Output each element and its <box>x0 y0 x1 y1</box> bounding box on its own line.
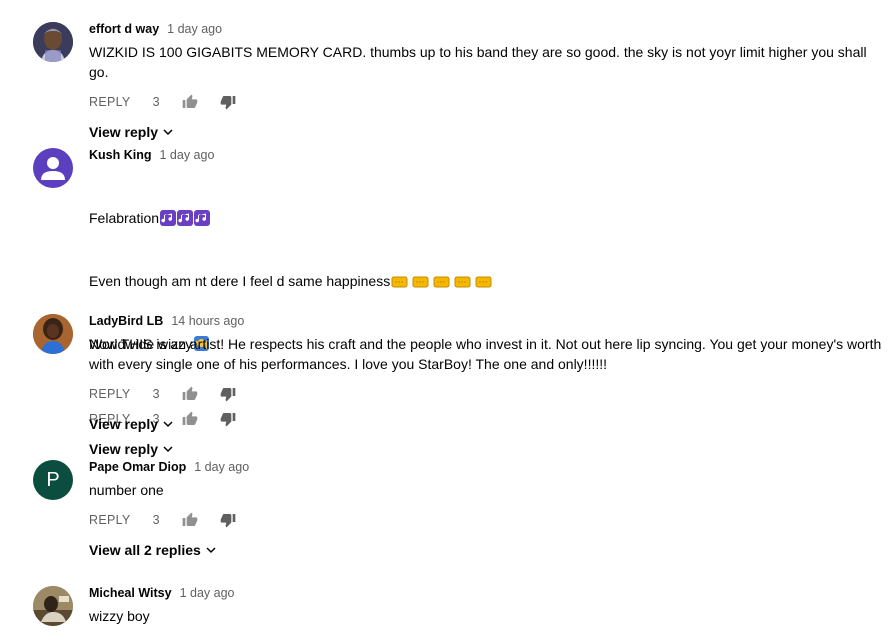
avatar[interactable] <box>33 22 73 62</box>
ticket-emoji <box>475 274 492 294</box>
reply-button[interactable]: REPLY <box>89 387 131 401</box>
view-replies-label: View reply <box>89 124 159 140</box>
like-count: 3 <box>152 387 160 401</box>
author-name[interactable]: Micheal Witsy <box>89 586 172 600</box>
comments-section: effort d way 1 day ago WIZKID IS 100 GIG… <box>0 0 894 641</box>
comment-time[interactable]: 1 day ago <box>194 460 249 474</box>
view-replies-label: View reply <box>89 441 159 457</box>
comment-header: Kush King 1 day ago <box>89 148 886 166</box>
comment-time[interactable]: 1 day ago <box>167 22 222 36</box>
musical-notes-emoji <box>177 210 194 231</box>
comment-actions: REPLY 3 <box>89 508 886 532</box>
view-replies-button[interactable]: View all 2 replies <box>89 540 886 560</box>
comment-line: Felabration <box>89 208 884 231</box>
comment-body: LadyBird LB 14 hours ago Now THIS is an … <box>89 314 886 434</box>
comment-body: Pape Omar Diop 1 day ago number one REPL… <box>89 460 886 560</box>
avatar[interactable]: P <box>33 460 73 500</box>
musical-notes-emoji <box>194 210 211 231</box>
author-name[interactable]: Pape Omar Diop <box>89 460 186 474</box>
thumbs-down-icon <box>220 96 235 110</box>
like-button[interactable] <box>182 94 198 110</box>
ticket-emoji <box>412 274 429 294</box>
comment-text: number one <box>89 482 164 498</box>
thumbs-up-icon <box>182 94 197 108</box>
view-replies-label: View reply <box>89 416 159 432</box>
view-replies-button[interactable]: View reply <box>89 122 886 142</box>
chevron-down-icon <box>163 421 173 428</box>
comment-text: wizzy boy <box>89 608 150 624</box>
comment-line: Even though am nt dere I feel d same hap… <box>89 271 884 294</box>
reply-button[interactable]: REPLY <box>89 95 131 109</box>
view-replies-label: View all 2 replies <box>89 542 201 558</box>
author-name[interactable]: LadyBird LB <box>89 314 163 328</box>
reply-button[interactable]: REPLY <box>89 513 131 527</box>
thumbs-down-icon <box>220 388 235 402</box>
comment-text: Now THIS is an artist! He respects his c… <box>89 336 886 372</box>
musical-notes-emoji <box>160 210 177 231</box>
comment-time[interactable]: 1 day ago <box>180 586 235 600</box>
avatar-initial: P <box>46 468 60 491</box>
chevron-down-icon <box>206 547 216 554</box>
like-button[interactable] <box>182 386 198 402</box>
comment-body: Micheal Witsy 1 day ago wizzy boy <box>89 586 886 626</box>
chevron-down-icon <box>163 129 173 136</box>
comment-actions: REPLY 3 <box>89 382 886 406</box>
comment-text: WIZKID IS 100 GIGABITS MEMORY CARD. thum… <box>89 44 871 80</box>
like-button[interactable] <box>182 512 198 528</box>
author-name[interactable]: effort d way <box>89 22 159 36</box>
ticket-emoji <box>454 274 471 294</box>
comment-header: effort d way 1 day ago <box>89 22 886 40</box>
ticket-emoji <box>391 274 408 294</box>
thumbs-up-icon <box>182 512 197 526</box>
comment-header: Micheal Witsy 1 day ago <box>89 586 886 604</box>
view-replies-button[interactable]: View reply <box>89 414 886 434</box>
comment-actions: REPLY 3 <box>89 90 886 114</box>
ticket-emoji <box>433 274 450 294</box>
thumbs-up-icon <box>182 386 197 400</box>
like-count: 3 <box>152 513 160 527</box>
chevron-down-icon <box>163 446 173 453</box>
avatar[interactable] <box>33 148 73 188</box>
like-count: 3 <box>152 95 160 109</box>
comment-time[interactable]: 1 day ago <box>160 148 215 162</box>
author-name[interactable]: Kush King <box>89 148 152 162</box>
dislike-button[interactable] <box>220 94 236 110</box>
comment-time[interactable]: 14 hours ago <box>171 314 244 328</box>
thumbs-down-icon <box>220 514 235 528</box>
dislike-button[interactable] <box>220 386 236 402</box>
view-replies-button[interactable]: View reply <box>89 439 886 459</box>
dislike-button[interactable] <box>220 512 236 528</box>
avatar[interactable] <box>33 586 73 626</box>
comment-header: LadyBird LB 14 hours ago <box>89 314 886 332</box>
comment-body: effort d way 1 day ago WIZKID IS 100 GIG… <box>89 22 886 142</box>
avatar[interactable] <box>33 314 73 354</box>
comment-header: Pape Omar Diop 1 day ago <box>89 460 886 478</box>
